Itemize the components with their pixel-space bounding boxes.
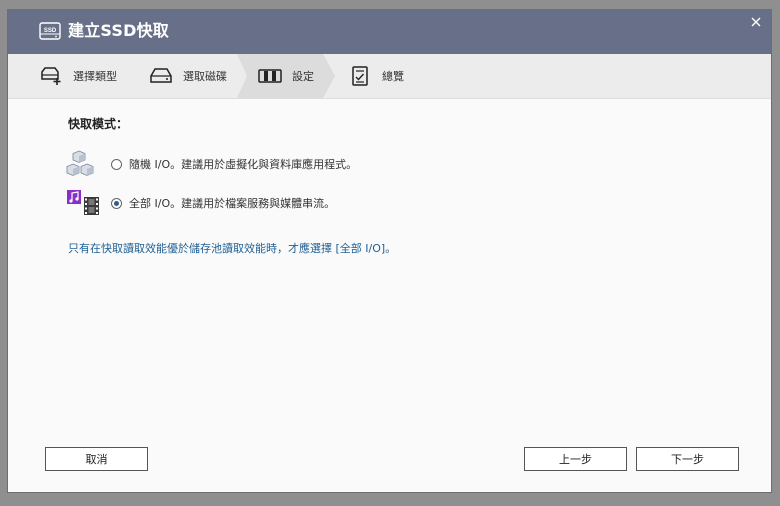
media-icon <box>67 190 99 215</box>
wizard-steps: 選擇類型 選取磁碟 設定 總覽 <box>8 54 771 99</box>
random-io-radio[interactable] <box>111 158 122 170</box>
create-ssd-cache-dialog: SSD 建立SSD快取 選擇類型 選取磁碟 設定 總覽 快取模式： 隨機 I/O… <box>7 9 772 493</box>
svg-text:SSD: SSD <box>44 28 57 34</box>
step-select-disks: 選取磁碟 <box>149 54 227 98</box>
ssd-icon: SSD <box>39 22 61 40</box>
random-io-label[interactable]: 隨機 I/O。建議用於虛擬化與資料庫應用程式。 <box>129 156 357 172</box>
option-all-io: 全部 I/O。建議用於檔案服務與媒體串流。 <box>66 188 335 218</box>
all-io-hint: 只有在快取讀取效能優於儲存池讀取效能時，才應選擇 [全部 I/O]。 <box>68 242 397 255</box>
settings-content: 快取模式： 隨機 I/O。建議用於虛擬化與資料庫應用程式。 全部 I/O。建議用… <box>8 99 771 439</box>
step-label: 設定 <box>292 70 314 83</box>
step-settings: 設定 <box>258 54 314 98</box>
drive-add-icon <box>41 67 61 85</box>
drive-icon <box>150 68 172 83</box>
next-button[interactable]: 下一步 <box>636 447 739 471</box>
step-label: 總覽 <box>382 70 404 83</box>
cubes-icon <box>66 150 94 176</box>
cancel-button[interactable]: 取消 <box>45 447 148 471</box>
step-select-type: 選擇類型 <box>39 54 117 98</box>
all-io-label[interactable]: 全部 I/O。建議用於檔案服務與媒體串流。 <box>129 195 335 211</box>
back-button[interactable]: 上一步 <box>524 447 627 471</box>
step-summary: 總覽 <box>348 54 404 98</box>
step-label: 選擇類型 <box>73 70 117 83</box>
dialog-title: 建立SSD快取 <box>68 21 170 40</box>
all-io-radio[interactable] <box>111 197 122 209</box>
close-icon[interactable] <box>749 15 763 29</box>
settings-panel-icon <box>258 69 282 83</box>
checklist-icon <box>352 66 368 86</box>
option-random-io: 隨機 I/O。建議用於虛擬化與資料庫應用程式。 <box>66 149 357 179</box>
step-label: 選取磁碟 <box>183 70 227 83</box>
title-bar: SSD 建立SSD快取 <box>8 10 771 54</box>
cache-mode-label: 快取模式： <box>68 117 129 131</box>
